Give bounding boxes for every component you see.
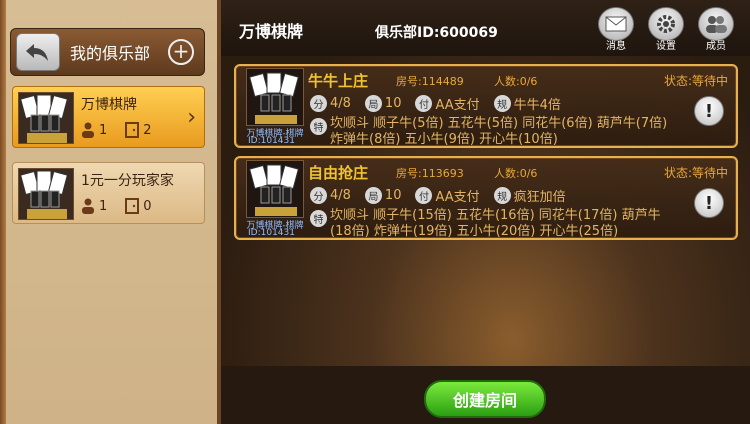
member-icon bbox=[82, 198, 94, 214]
room-player-count: 人数:0/6 bbox=[494, 75, 538, 88]
room-rule: 牛牛4倍 bbox=[513, 98, 561, 113]
room-info-button[interactable]: ! bbox=[694, 96, 724, 126]
room-status: 状态:等待中 bbox=[663, 74, 728, 88]
member-count: 1 bbox=[99, 122, 108, 138]
add-club-button[interactable]: + bbox=[168, 39, 194, 65]
score-tag: 分 bbox=[310, 95, 327, 112]
messages-label: 消息 bbox=[606, 41, 626, 52]
room-settings-line: 分 4/8 局 10 付 AA支付 规 疯狂加倍 bbox=[310, 186, 566, 205]
gear-icon bbox=[648, 7, 684, 41]
room-owner-id: ID:101431 bbox=[248, 136, 295, 146]
settings-label: 设置 bbox=[656, 41, 676, 52]
room-thumbnail bbox=[246, 160, 304, 218]
back-button[interactable] bbox=[16, 33, 60, 71]
room-info-button[interactable]: ! bbox=[694, 188, 724, 218]
room-number: 房号:113693 bbox=[396, 167, 464, 180]
club-name: 1元一分玩家家 bbox=[81, 173, 174, 189]
club-avatar bbox=[18, 92, 74, 144]
members-label: 成员 bbox=[706, 41, 726, 52]
club-avatar bbox=[18, 168, 74, 220]
settings-button[interactable]: 设置 bbox=[647, 7, 685, 53]
bottom-bar: 创建房间 bbox=[221, 366, 750, 424]
score-tag: 分 bbox=[310, 187, 327, 204]
club-list-header: 我的俱乐部 + bbox=[10, 28, 205, 76]
room-name: 牛牛上庄 bbox=[308, 72, 369, 90]
room-rounds: 10 bbox=[384, 188, 402, 203]
room-thumbnail bbox=[246, 68, 304, 126]
exclamation-icon: ! bbox=[704, 192, 714, 214]
club-stats: 1 0 bbox=[81, 198, 152, 214]
room-status: 状态:等待中 bbox=[663, 166, 728, 180]
pay-tag: 付 bbox=[415, 187, 433, 204]
rule-tag: 规 bbox=[493, 95, 511, 112]
room-special-rules: 坎顺斗 顺子牛(5倍) 五花牛(5倍) 同花牛(6倍) 葫芦牛(7倍) 炸弹牛(… bbox=[330, 116, 668, 147]
room-payment: AA支付 bbox=[435, 98, 480, 113]
envelope-icon bbox=[598, 7, 634, 41]
rounds-tag: 局 bbox=[364, 95, 382, 112]
club-item-2[interactable]: 1元一分玩家家 1 0 bbox=[12, 162, 205, 224]
room-score: 4/8 bbox=[330, 188, 351, 203]
room-card-2[interactable]: 万博棋牌-棋牌 ID:101431 自由抢庄 房号:113693 人数:0/6 … bbox=[234, 156, 738, 240]
messages-button[interactable]: 消息 bbox=[597, 7, 635, 53]
club-name: 万博棋牌 bbox=[81, 97, 137, 113]
door-icon bbox=[125, 198, 140, 214]
member-count: 1 bbox=[99, 198, 108, 214]
room-player-count: 人数:0/6 bbox=[494, 167, 538, 180]
rounds-tag: 局 bbox=[364, 187, 382, 204]
chevron-right-icon: › bbox=[187, 105, 196, 130]
special-tag: 特 bbox=[310, 210, 327, 227]
door-icon bbox=[125, 122, 140, 138]
room-score: 4/8 bbox=[330, 96, 351, 111]
room-settings-line: 分 4/8 局 10 付 AA支付 规 牛牛4倍 bbox=[310, 94, 561, 113]
club-sidebar: 我的俱乐部 + 万博棋牌 1 2 › 1元一分玩家家 1 0 bbox=[0, 0, 221, 424]
pay-tag: 付 bbox=[415, 95, 433, 112]
members-icon bbox=[698, 7, 734, 41]
room-name: 自由抢庄 bbox=[308, 164, 369, 182]
club-id: 俱乐部ID:600069 bbox=[375, 25, 498, 41]
room-card-1[interactable]: 万博棋牌-棋牌 ID:101431 牛牛上庄 房号:114489 人数:0/6 … bbox=[234, 64, 738, 148]
club-title: 万博棋牌 bbox=[239, 22, 304, 41]
room-number: 房号:114489 bbox=[396, 75, 464, 88]
club-main-panel: 万博棋牌 俱乐部ID:600069 消息 设置 成员 万博棋牌-棋牌 ID:10… bbox=[221, 0, 750, 424]
room-rule: 疯狂加倍 bbox=[513, 190, 566, 205]
club-stats: 1 2 bbox=[81, 122, 152, 138]
club-header-bar: 万博棋牌 俱乐部ID:600069 消息 设置 成员 bbox=[221, 0, 750, 56]
room-count: 2 bbox=[143, 122, 152, 138]
room-payment: AA支付 bbox=[435, 190, 480, 205]
club-list-title: 我的俱乐部 bbox=[70, 44, 151, 63]
room-count: 0 bbox=[143, 198, 152, 214]
room-owner-id: ID:101431 bbox=[248, 228, 295, 238]
back-arrow-icon bbox=[26, 44, 48, 61]
rule-tag: 规 bbox=[493, 187, 511, 204]
room-rounds: 10 bbox=[384, 96, 402, 111]
create-room-button[interactable]: 创建房间 bbox=[424, 380, 546, 418]
member-icon bbox=[82, 122, 94, 138]
special-tag: 特 bbox=[310, 118, 327, 135]
room-special-rules: 坎顺斗 顺子牛(15倍) 五花牛(16倍) 同花牛(17倍) 葫芦牛(18倍) … bbox=[330, 208, 661, 239]
exclamation-icon: ! bbox=[704, 100, 714, 122]
club-item-1[interactable]: 万博棋牌 1 2 › bbox=[12, 86, 205, 148]
members-button[interactable]: 成员 bbox=[697, 7, 735, 53]
